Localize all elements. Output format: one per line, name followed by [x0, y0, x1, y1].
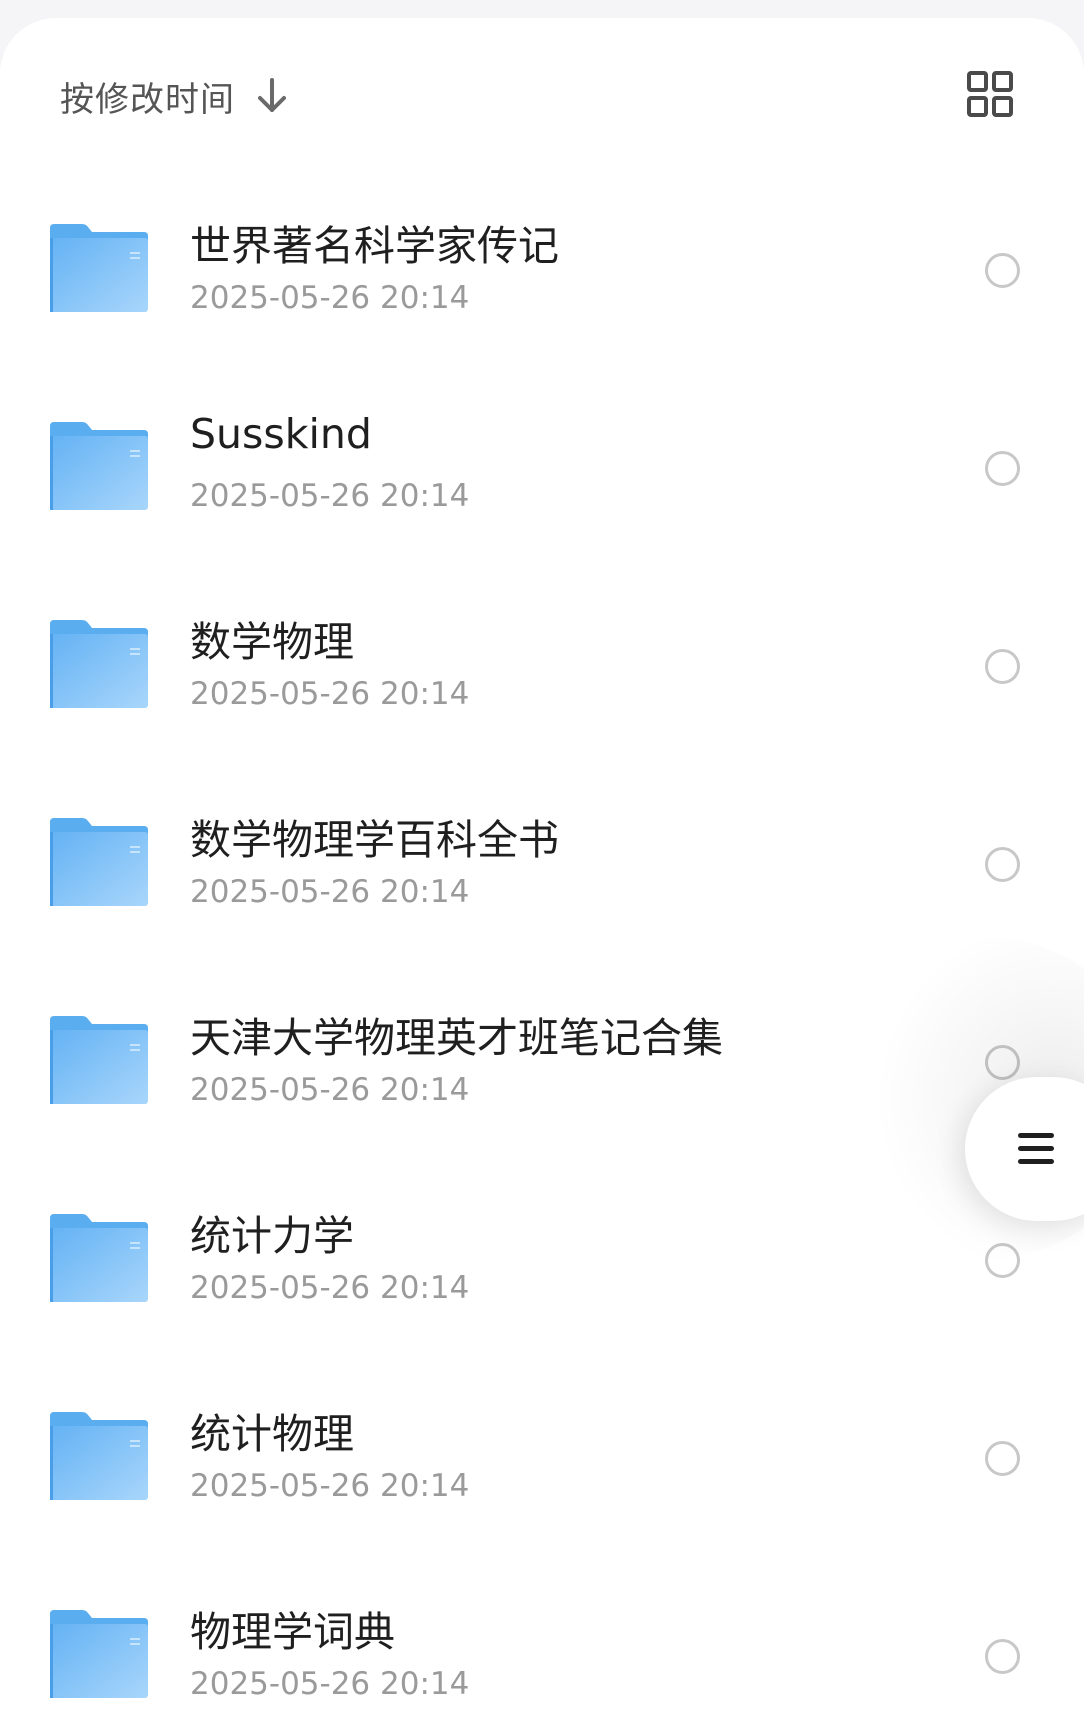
select-radio[interactable] — [985, 1639, 1020, 1674]
file-list-panel: 按修改时间 世界著名科学家传记 2025-05-26 20:14 Susskind 2… — [0, 18, 1084, 1731]
grid-view-icon — [967, 71, 1013, 117]
folder-item[interactable]: 世界著名科学家传记 2025-05-26 20:14 — [0, 178, 1084, 376]
folder-modified-time: 2025-05-26 20:14 — [190, 1072, 470, 1108]
select-radio[interactable] — [985, 1243, 1020, 1278]
folder-modified-time: 2025-05-26 20:14 — [190, 280, 470, 316]
folder-icon — [48, 618, 150, 710]
folder-icon — [48, 816, 150, 908]
folder-name: 统计物理 — [190, 1410, 354, 1458]
sort-by-modified-button[interactable]: 按修改时间 — [60, 66, 289, 126]
sort-label: 按修改时间 — [60, 79, 235, 120]
folder-modified-time: 2025-05-26 20:14 — [190, 676, 470, 712]
select-radio[interactable] — [985, 1045, 1020, 1080]
folder-modified-time: 2025-05-26 20:14 — [190, 478, 470, 514]
folder-icon — [48, 420, 150, 512]
folder-name: Susskind — [190, 410, 372, 458]
folder-item[interactable]: 数学物理学百科全书 2025-05-26 20:14 — [0, 772, 1084, 970]
folder-name: 数学物理 — [190, 618, 354, 666]
folder-icon — [48, 1608, 150, 1700]
folder-item[interactable]: Susskind 2025-05-26 20:14 — [0, 376, 1084, 574]
list-header: 按修改时间 — [0, 18, 1084, 158]
folder-item[interactable]: 统计物理 2025-05-26 20:14 — [0, 1366, 1084, 1564]
folder-name: 统计力学 — [190, 1212, 354, 1260]
folder-item[interactable]: 数学物理 2025-05-26 20:14 — [0, 574, 1084, 772]
folder-modified-time: 2025-05-26 20:14 — [190, 1468, 470, 1504]
folder-modified-time: 2025-05-26 20:14 — [190, 1270, 470, 1306]
folder-name: 天津大学物理英才班笔记合集 — [190, 1014, 723, 1062]
folder-icon — [48, 222, 150, 314]
folder-name: 数学物理学百科全书 — [190, 816, 559, 864]
folder-modified-time: 2025-05-26 20:14 — [190, 1666, 470, 1702]
folder-item[interactable]: 天津大学物理英才班笔记合集 2025-05-26 20:14 — [0, 970, 1084, 1168]
folder-item[interactable]: 物理学词典 2025-05-26 20:14 — [0, 1564, 1084, 1731]
arrow-down-icon — [258, 78, 286, 112]
select-radio[interactable] — [985, 847, 1020, 882]
grid-view-toggle-button[interactable] — [964, 64, 1016, 124]
folder-icon — [48, 1410, 150, 1502]
folder-name: 世界著名科学家传记 — [190, 222, 559, 270]
folder-icon — [48, 1014, 150, 1106]
select-radio[interactable] — [985, 1441, 1020, 1476]
folder-modified-time: 2025-05-26 20:14 — [190, 874, 470, 910]
select-radio[interactable] — [985, 649, 1020, 684]
folder-name: 物理学词典 — [190, 1608, 395, 1656]
folder-item[interactable]: 统计力学 2025-05-26 20:14 — [0, 1168, 1084, 1366]
menu-icon — [1018, 1133, 1054, 1164]
select-radio[interactable] — [985, 253, 1020, 288]
select-radio[interactable] — [985, 451, 1020, 486]
folder-icon — [48, 1212, 150, 1304]
